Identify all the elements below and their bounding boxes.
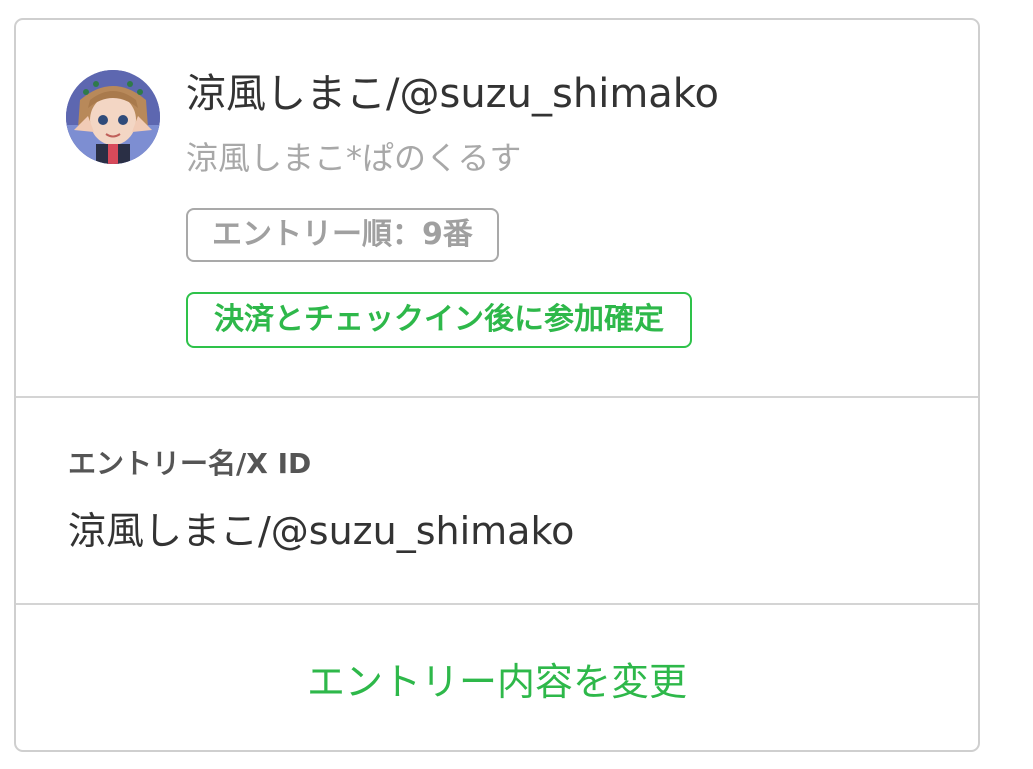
user-display-name: 涼風しまこ/@suzu_shimako	[186, 71, 720, 117]
status-badge: 決済とチェックイン後に参加確定	[186, 292, 692, 348]
change-entry-button[interactable]: エントリー内容を変更	[16, 605, 978, 750]
user-avatar-icon	[66, 70, 160, 164]
entry-name-value: 涼風しまこ/@suzu_shimako	[68, 509, 575, 553]
divider	[16, 396, 978, 398]
user-section: 涼風しまこ/@suzu_shimako 涼風しまこ*ぱのくるす エントリー順：9…	[16, 20, 978, 398]
entry-name-label: エントリー名/X ID	[68, 447, 312, 480]
entry-order-badge: エントリー順：9番	[186, 208, 499, 262]
entry-card: 涼風しまこ/@suzu_shimako 涼風しまこ*ぱのくるす エントリー順：9…	[14, 18, 980, 752]
user-sub-name: 涼風しまこ*ぱのくるす	[186, 139, 522, 177]
